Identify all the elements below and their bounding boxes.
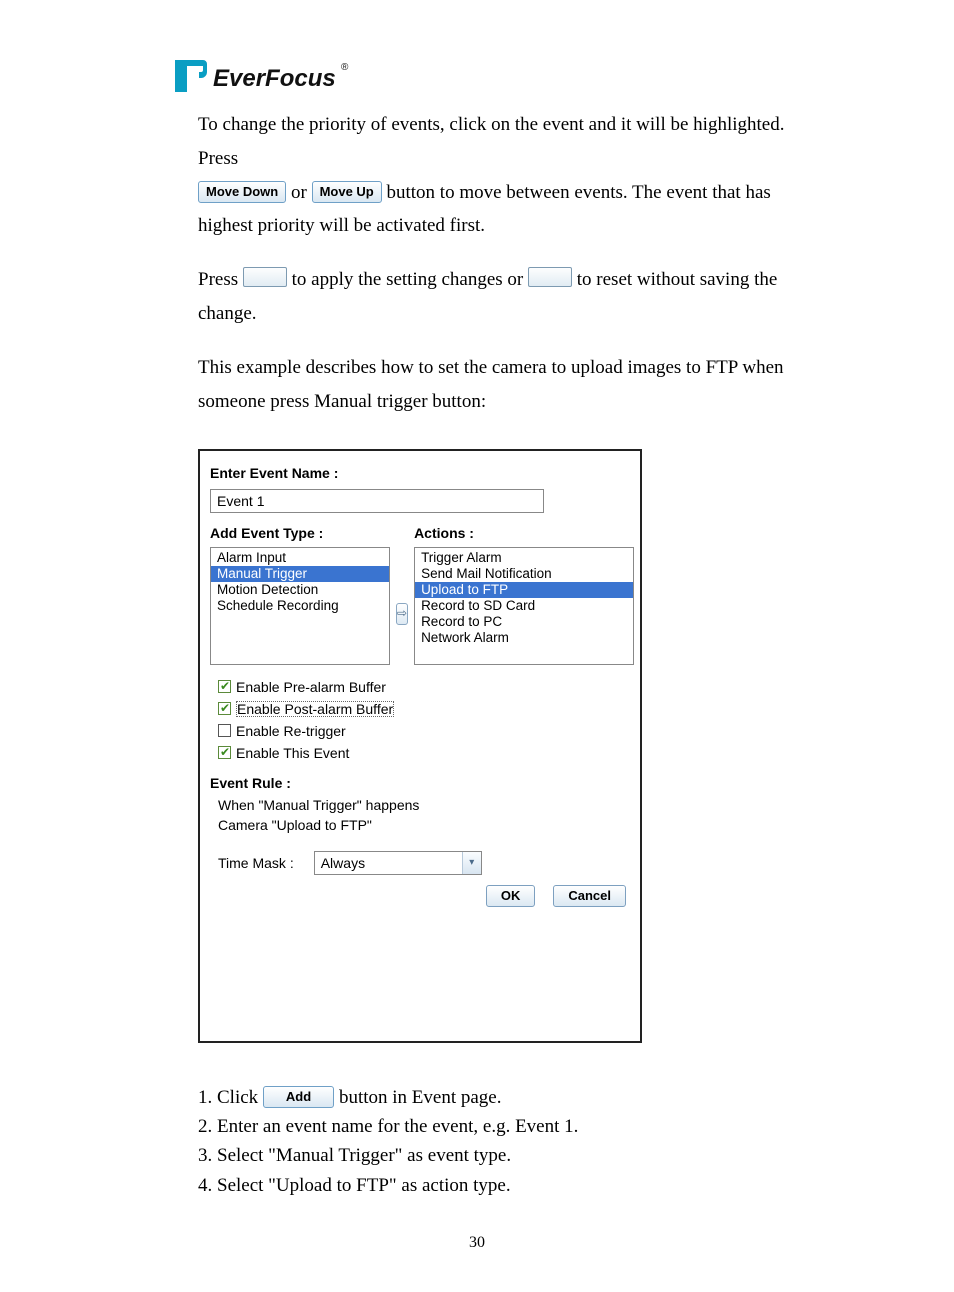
event-type-option[interactable]: Schedule Recording	[211, 598, 389, 614]
action-option[interactable]: Upload to FTP	[415, 582, 633, 598]
text: button in Event page.	[334, 1087, 501, 1108]
checkbox-unchecked[interactable]	[218, 724, 231, 737]
dropdown-value: Always	[321, 855, 365, 871]
event-rule-line-1: When "Manual Trigger" happens	[218, 797, 630, 813]
action-option[interactable]: Network Alarm	[415, 630, 633, 646]
everfocus-logo-icon: EverFocus ®	[173, 58, 353, 98]
enable-this-event-checkbox-row[interactable]: ✔ Enable This Event	[218, 745, 630, 761]
text: 1. Click	[198, 1087, 263, 1108]
event-rule-label: Event Rule :	[210, 775, 630, 791]
event-type-option[interactable]: Motion Detection	[211, 582, 389, 598]
enable-pre-alarm-checkbox-row[interactable]: ✔ Enable Pre-alarm Buffer	[218, 679, 630, 695]
chevron-down-icon: ▾	[462, 852, 481, 874]
step-1: 1. Click Add button in Event page.	[198, 1083, 798, 1112]
checkbox-label: Enable This Event	[236, 745, 349, 761]
action-option[interactable]: Record to SD Card	[415, 598, 633, 614]
apply-button-placeholder[interactable]	[243, 267, 287, 287]
intro-paragraph-1: To change the priority of events, click …	[198, 108, 798, 243]
text: Press	[198, 269, 243, 290]
checkbox-label: Enable Re-trigger	[236, 723, 346, 739]
step-3: 3. Select "Manual Trigger" as event type…	[198, 1141, 798, 1170]
svg-text:®: ®	[341, 62, 349, 73]
actions-label: Actions :	[414, 525, 634, 541]
brand-logo: EverFocus ®	[173, 58, 954, 98]
checkbox-checked[interactable]: ✔	[218, 680, 231, 693]
checkbox-checked[interactable]: ✔	[218, 746, 231, 759]
step-4: 4. Select "Upload to FTP" as action type…	[198, 1171, 798, 1200]
svg-text:EverFocus: EverFocus	[213, 65, 336, 92]
check-icon: ✔	[220, 679, 230, 693]
event-type-option[interactable]: Manual Trigger	[211, 566, 389, 582]
action-option[interactable]: Send Mail Notification	[415, 566, 633, 582]
check-icon: ✔	[220, 701, 230, 715]
actions-listbox[interactable]: Trigger Alarm Send Mail Notification Upl…	[414, 547, 634, 665]
event-type-option[interactable]: Alarm Input	[211, 550, 389, 566]
instruction-steps: 1. Click Add button in Event page. 2. En…	[198, 1083, 798, 1201]
action-option[interactable]: Trigger Alarm	[415, 550, 633, 566]
time-mask-label: Time Mask :	[218, 855, 294, 871]
ok-button[interactable]: OK	[486, 885, 536, 907]
enable-post-alarm-checkbox-row[interactable]: ✔ Enable Post-alarm Buffer	[218, 701, 630, 717]
checkbox-checked[interactable]: ✔	[218, 702, 231, 715]
text: to apply the setting changes or	[287, 269, 528, 290]
add-event-type-label: Add Event Type :	[210, 525, 390, 541]
intro-paragraph-2: Press to apply the setting changes or to…	[198, 263, 798, 331]
event-name-input[interactable]	[210, 489, 544, 513]
arrow-right-icon: ⇨	[397, 606, 407, 620]
move-up-button[interactable]: Move Up	[312, 181, 382, 203]
event-type-listbox[interactable]: Alarm Input Manual Trigger Motion Detect…	[210, 547, 390, 665]
text: To change the priority of events, click …	[198, 114, 784, 169]
reset-button-placeholder[interactable]	[528, 267, 572, 287]
event-rule-line-2: Camera "Upload to FTP"	[218, 817, 630, 833]
event-dialog: Enter Event Name : Add Event Type : Alar…	[198, 449, 642, 1043]
checkbox-label: Enable Post-alarm Buffer	[236, 701, 394, 717]
enter-event-name-label: Enter Event Name :	[210, 465, 630, 481]
enable-retrigger-checkbox-row[interactable]: Enable Re-trigger	[218, 723, 630, 739]
check-icon: ✔	[220, 745, 230, 759]
move-down-button[interactable]: Move Down	[198, 181, 286, 203]
checkbox-label: Enable Pre-alarm Buffer	[236, 679, 386, 695]
add-button[interactable]: Add	[263, 1086, 334, 1108]
time-mask-dropdown[interactable]: Always ▾	[314, 851, 482, 875]
action-option[interactable]: Record to PC	[415, 614, 633, 630]
page-number: 30	[0, 1234, 954, 1252]
assign-arrow-button[interactable]: ⇨	[396, 603, 408, 625]
step-2: 2. Enter an event name for the event, e.…	[198, 1112, 798, 1141]
intro-paragraph-3: This example describes how to set the ca…	[198, 351, 798, 419]
text-or: or	[291, 182, 312, 203]
cancel-button[interactable]: Cancel	[553, 885, 626, 907]
